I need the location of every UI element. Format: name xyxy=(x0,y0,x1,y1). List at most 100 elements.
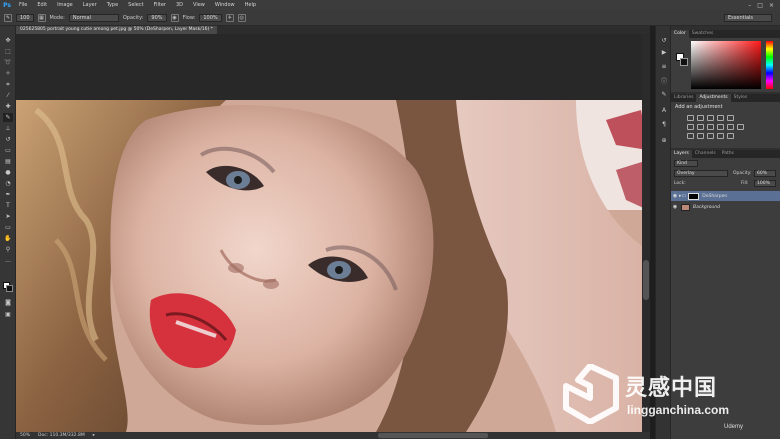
dodge-tool-icon[interactable]: ◔ xyxy=(3,179,13,188)
posterize-icon[interactable] xyxy=(697,133,704,139)
paragraph-panel-icon[interactable]: ¶ xyxy=(659,120,669,129)
actions-panel-icon[interactable]: ▶ xyxy=(659,48,669,57)
info-panel-icon[interactable]: ⓘ xyxy=(659,76,669,85)
menu-3d[interactable]: 3D xyxy=(171,2,188,8)
close-button[interactable]: × xyxy=(769,2,774,9)
document-tab[interactable]: 025625805 portrait young cutie among pet… xyxy=(16,26,217,34)
blend-mode-select[interactable]: Overlay xyxy=(674,170,728,177)
shape-tool-icon[interactable]: ▭ xyxy=(3,223,13,232)
eye-icon[interactable]: ◉ xyxy=(671,204,679,210)
selective-color-icon[interactable] xyxy=(717,133,724,139)
airbrush-icon[interactable]: ✈ xyxy=(225,13,234,22)
status-menu-arrow-icon[interactable]: ▸ xyxy=(93,433,95,438)
pressure-size-icon[interactable]: ◎ xyxy=(237,13,246,22)
menu-view[interactable]: View xyxy=(188,2,210,8)
color-lookup-icon[interactable] xyxy=(737,124,744,130)
eraser-tool-icon[interactable]: ▭ xyxy=(3,146,13,155)
brush-tool-icon[interactable]: ✎ xyxy=(3,113,13,122)
menu-filter[interactable]: Filter xyxy=(149,2,171,8)
lasso-tool-icon[interactable]: ➰ xyxy=(3,58,13,67)
levels-icon[interactable] xyxy=(697,115,704,121)
layer-name[interactable]: Background xyxy=(693,205,720,210)
background-color-swatch[interactable] xyxy=(6,285,13,292)
tab-libraries[interactable]: Libraries xyxy=(671,94,696,102)
layer-mask-thumbnail[interactable] xyxy=(688,192,700,200)
clone-stamp-tool-icon[interactable]: ⊥ xyxy=(3,124,13,133)
tab-styles[interactable]: Styles xyxy=(731,94,751,102)
healing-brush-tool-icon[interactable]: ✚ xyxy=(3,102,13,111)
photo-filter-icon[interactable] xyxy=(717,124,724,130)
zoom-tool-icon[interactable]: ⚲ xyxy=(3,245,13,254)
clone-source-icon[interactable]: ⊕ xyxy=(659,136,669,145)
black-white-icon[interactable] xyxy=(707,124,714,130)
hue-slider[interactable] xyxy=(766,41,773,89)
type-tool-icon[interactable]: T xyxy=(3,201,13,210)
menu-select[interactable]: Select xyxy=(123,2,148,8)
eye-icon[interactable]: ◉ xyxy=(671,193,679,199)
layer-row-background[interactable]: ◉ Background xyxy=(671,202,780,212)
opacity-input[interactable]: 90% xyxy=(147,13,167,22)
menu-edit[interactable]: Edit xyxy=(32,2,52,8)
menu-image[interactable]: Image xyxy=(52,2,78,8)
layer-filter-kind-select[interactable]: Kind xyxy=(674,160,698,167)
move-tool-icon[interactable]: ✥ xyxy=(3,36,13,45)
tab-color[interactable]: Color xyxy=(671,30,689,38)
brush-presets-icon[interactable]: ✎ xyxy=(659,90,669,99)
brightness-contrast-icon[interactable] xyxy=(687,115,694,121)
hue-saturation-icon[interactable] xyxy=(687,124,694,130)
tab-swatches[interactable]: Swatches xyxy=(689,30,717,38)
layer-opacity-input[interactable]: 60% xyxy=(754,170,776,177)
horizontal-scroll-thumb[interactable] xyxy=(378,433,488,438)
fill-input[interactable]: 100% xyxy=(754,180,776,187)
menu-type[interactable]: Type xyxy=(102,2,123,8)
invert-icon[interactable] xyxy=(687,133,694,139)
tab-paths[interactable]: Paths xyxy=(719,150,737,158)
workspace-select[interactable]: Essentials xyxy=(724,13,772,22)
quick-select-tool-icon[interactable]: ✧ xyxy=(3,69,13,78)
screen-mode-icon[interactable]: ▣ xyxy=(3,310,13,319)
pressure-opacity-icon[interactable]: ◉ xyxy=(170,13,179,22)
marquee-tool-icon[interactable]: ⬚ xyxy=(3,47,13,56)
channel-mixer-icon[interactable] xyxy=(727,124,734,130)
menu-layer[interactable]: Layer xyxy=(78,2,102,8)
blur-tool-icon[interactable]: ● xyxy=(3,168,13,177)
brush-tool-preset-icon[interactable]: ✎ xyxy=(4,13,12,22)
brush-panel-icon[interactable]: ▦ xyxy=(37,13,46,22)
path-select-tool-icon[interactable]: ➤ xyxy=(3,212,13,221)
flow-input[interactable]: 100% xyxy=(199,13,222,22)
tab-layers[interactable]: Layers xyxy=(671,150,692,158)
document-image[interactable] xyxy=(16,100,648,432)
history-brush-tool-icon[interactable]: ↺ xyxy=(3,135,13,144)
color-balance-icon[interactable] xyxy=(697,124,704,130)
history-panel-icon[interactable]: ↺ xyxy=(659,36,669,45)
gradient-tool-icon[interactable]: ▤ xyxy=(3,157,13,166)
color-picker-field[interactable] xyxy=(691,41,761,89)
pen-tool-icon[interactable]: ✒ xyxy=(3,190,13,199)
quick-mask-icon[interactable]: ◙ xyxy=(3,298,13,307)
exposure-icon[interactable] xyxy=(717,115,724,121)
canvas-area[interactable] xyxy=(16,34,650,432)
color-panel-background-swatch[interactable] xyxy=(680,58,688,66)
crop-tool-icon[interactable]: ⌗ xyxy=(3,80,13,89)
menu-help[interactable]: Help xyxy=(240,2,261,8)
gradient-map-icon[interactable] xyxy=(727,133,734,139)
more-tools-icon[interactable]: … xyxy=(3,256,13,265)
hand-tool-icon[interactable]: ✋ xyxy=(3,234,13,243)
tab-adjustments[interactable]: Adjustments xyxy=(696,94,731,102)
vertical-scroll-thumb[interactable] xyxy=(643,260,649,300)
tab-channels[interactable]: Channels xyxy=(692,150,719,158)
menu-file[interactable]: File xyxy=(14,2,32,8)
minimize-button[interactable]: – xyxy=(748,2,751,9)
layer-name[interactable]: DeSharpen xyxy=(702,194,727,199)
mode-select[interactable]: Normal xyxy=(68,13,119,22)
doc-info[interactable]: Doc: 110.3M/332.8M xyxy=(38,433,85,438)
properties-panel-icon[interactable]: ≡ xyxy=(659,62,669,71)
brush-size-picker[interactable]: 100 xyxy=(16,13,34,22)
curves-icon[interactable] xyxy=(707,115,714,121)
character-panel-icon[interactable]: A xyxy=(659,106,669,115)
menu-window[interactable]: Window xyxy=(210,2,240,8)
maximize-button[interactable]: □ xyxy=(757,2,763,9)
eyedropper-tool-icon[interactable]: ⁄ xyxy=(3,91,13,100)
layer-row-desharpen[interactable]: ◉ ▸▭ DeSharpen xyxy=(671,191,780,201)
vibrance-icon[interactable] xyxy=(727,115,734,121)
